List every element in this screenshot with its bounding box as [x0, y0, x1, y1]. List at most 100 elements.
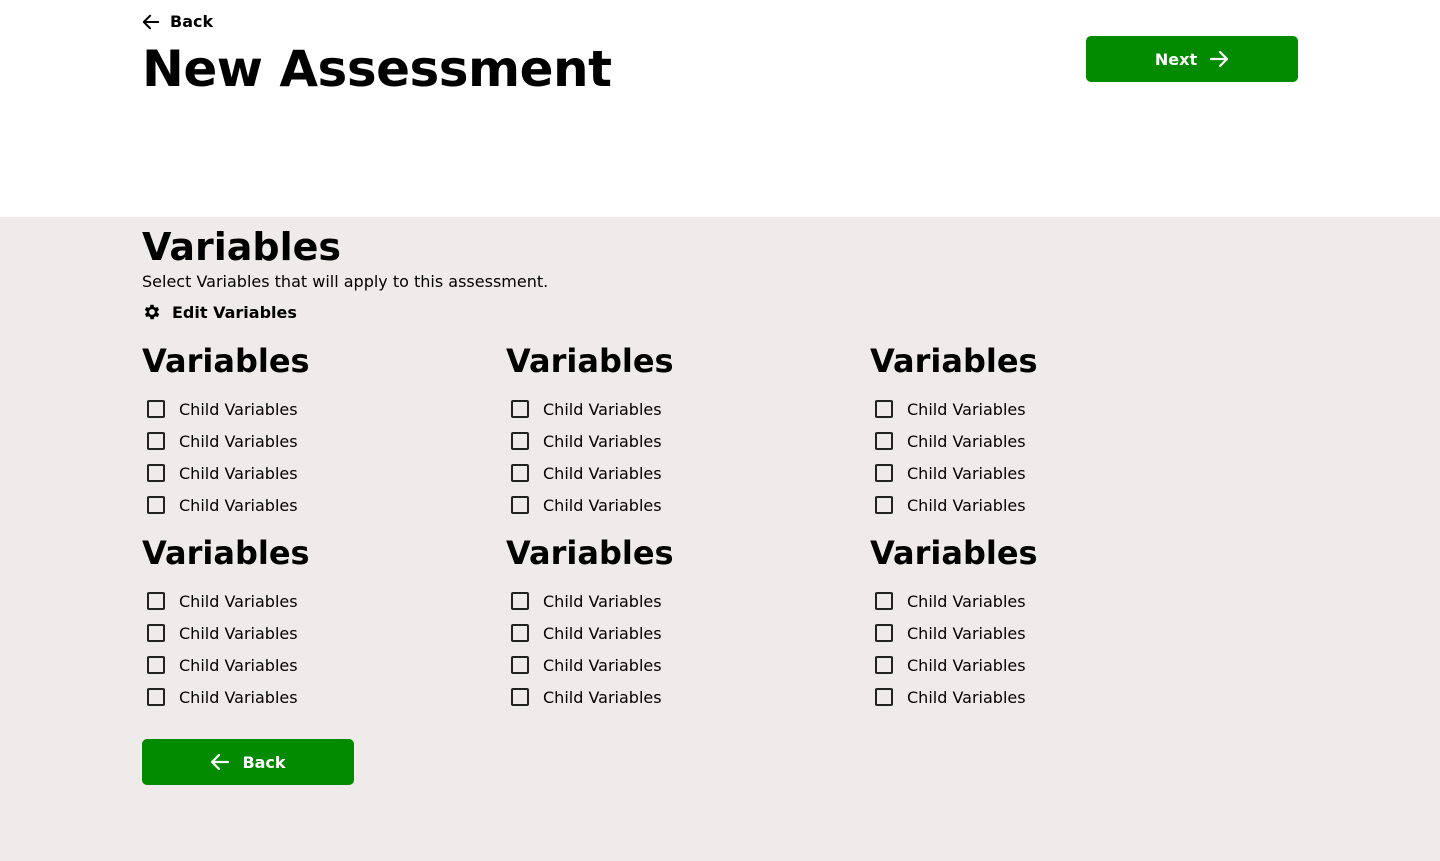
page-header: Back New Assessment Next — [0, 0, 1440, 217]
child-variable-row[interactable]: Child Variables — [870, 457, 1170, 489]
child-variable-row[interactable]: Child Variables — [142, 425, 442, 457]
checkbox-label: Child Variables — [907, 495, 1026, 515]
checkbox[interactable] — [875, 400, 893, 418]
child-variable-row[interactable]: Child Variables — [142, 457, 442, 489]
checkbox[interactable] — [147, 624, 165, 642]
variable-group: Variables Child Variables Child Variable… — [870, 535, 1170, 713]
variables-section: Variables Select Variables that will app… — [0, 217, 1440, 861]
edit-variables-label: Edit Variables — [172, 302, 297, 322]
checkbox[interactable] — [875, 496, 893, 514]
child-variable-row[interactable]: Child Variables — [506, 617, 806, 649]
arrow-left-icon — [142, 14, 160, 29]
checkbox[interactable] — [511, 400, 529, 418]
child-variable-row[interactable]: Child Variables — [142, 617, 442, 649]
checkbox[interactable] — [147, 656, 165, 674]
child-variable-row[interactable]: Child Variables — [142, 649, 442, 681]
group-title: Variables — [870, 342, 1038, 380]
checkbox[interactable] — [147, 432, 165, 450]
checkbox-label: Child Variables — [179, 623, 298, 643]
child-variable-row[interactable]: Child Variables — [870, 393, 1170, 425]
child-variable-row[interactable]: Child Variables — [506, 681, 806, 713]
back-button-label: Back — [242, 752, 286, 772]
checkbox[interactable] — [875, 688, 893, 706]
checkbox-label: Child Variables — [907, 655, 1026, 675]
section-title: Variables — [142, 225, 341, 269]
checkbox-label: Child Variables — [543, 591, 662, 611]
checkbox-label: Child Variables — [179, 399, 298, 419]
checkbox-label: Child Variables — [179, 463, 298, 483]
checkbox-label: Child Variables — [907, 623, 1026, 643]
checkbox[interactable] — [875, 656, 893, 674]
arrow-left-icon — [211, 753, 230, 771]
checkbox-label: Child Variables — [907, 431, 1026, 451]
child-variable-row[interactable]: Child Variables — [142, 393, 442, 425]
back-button[interactable]: Back — [142, 739, 354, 785]
checkbox-label: Child Variables — [543, 431, 662, 451]
variable-group: Variables Child Variables Child Variable… — [506, 535, 806, 713]
child-variable-row[interactable]: Child Variables — [870, 585, 1170, 617]
checkbox[interactable] — [147, 592, 165, 610]
child-variable-row[interactable]: Child Variables — [506, 649, 806, 681]
child-variable-row[interactable]: Child Variables — [142, 489, 442, 521]
next-button-label: Next — [1154, 49, 1198, 69]
checkbox-label: Child Variables — [907, 687, 1026, 707]
group-title: Variables — [506, 342, 674, 380]
edit-variables-link[interactable]: Edit Variables — [142, 302, 297, 322]
section-description: Select Variables that will apply to this… — [142, 272, 549, 291]
back-link-label: Back — [170, 12, 214, 31]
checkbox-label: Child Variables — [543, 495, 662, 515]
variable-group: Variables Child Variables Child Variable… — [870, 343, 1170, 521]
group-title: Variables — [142, 342, 310, 380]
checkbox[interactable] — [875, 432, 893, 450]
gear-icon — [144, 304, 160, 320]
checkbox-label: Child Variables — [179, 591, 298, 611]
variable-group: Variables Child Variables Child Variable… — [142, 535, 442, 713]
checkbox-label: Child Variables — [179, 687, 298, 707]
child-variable-row[interactable]: Child Variables — [506, 585, 806, 617]
child-variable-row[interactable]: Child Variables — [870, 617, 1170, 649]
variable-group: Variables Child Variables Child Variable… — [506, 343, 806, 521]
checkbox[interactable] — [511, 464, 529, 482]
checkbox[interactable] — [875, 464, 893, 482]
checkbox[interactable] — [511, 496, 529, 514]
child-variable-row[interactable]: Child Variables — [870, 425, 1170, 457]
checkbox[interactable] — [511, 688, 529, 706]
checkbox-label: Child Variables — [907, 399, 1026, 419]
child-variable-row[interactable]: Child Variables — [870, 681, 1170, 713]
checkbox-label: Child Variables — [179, 431, 298, 451]
checkbox[interactable] — [875, 592, 893, 610]
checkbox[interactable] — [875, 624, 893, 642]
checkbox[interactable] — [147, 688, 165, 706]
group-title: Variables — [506, 534, 674, 572]
group-title: Variables — [142, 534, 310, 572]
checkbox-label: Child Variables — [543, 687, 662, 707]
checkbox-label: Child Variables — [179, 655, 298, 675]
next-button[interactable]: Next — [1086, 36, 1298, 82]
checkbox[interactable] — [147, 400, 165, 418]
checkbox[interactable] — [511, 432, 529, 450]
child-variable-row[interactable]: Child Variables — [506, 393, 806, 425]
child-variable-row[interactable]: Child Variables — [870, 649, 1170, 681]
checkbox-label: Child Variables — [543, 623, 662, 643]
checkbox-label: Child Variables — [179, 495, 298, 515]
child-variable-row[interactable]: Child Variables — [142, 681, 442, 713]
child-variable-row[interactable]: Child Variables — [506, 457, 806, 489]
child-variable-row[interactable]: Child Variables — [506, 489, 806, 521]
variable-group: Variables Child Variables Child Variable… — [142, 343, 442, 521]
back-link[interactable]: Back — [142, 12, 213, 31]
checkbox-label: Child Variables — [907, 591, 1026, 611]
child-variable-row[interactable]: Child Variables — [870, 489, 1170, 521]
group-title: Variables — [870, 534, 1038, 572]
child-variable-row[interactable]: Child Variables — [142, 585, 442, 617]
arrow-right-icon — [1210, 50, 1229, 68]
checkbox-label: Child Variables — [907, 463, 1026, 483]
child-variable-row[interactable]: Child Variables — [506, 425, 806, 457]
page-title: New Assessment — [142, 40, 612, 98]
checkbox[interactable] — [511, 624, 529, 642]
checkbox-label: Child Variables — [543, 463, 662, 483]
checkbox[interactable] — [147, 464, 165, 482]
checkbox[interactable] — [511, 592, 529, 610]
checkbox[interactable] — [147, 496, 165, 514]
checkbox[interactable] — [511, 656, 529, 674]
checkbox-label: Child Variables — [543, 399, 662, 419]
